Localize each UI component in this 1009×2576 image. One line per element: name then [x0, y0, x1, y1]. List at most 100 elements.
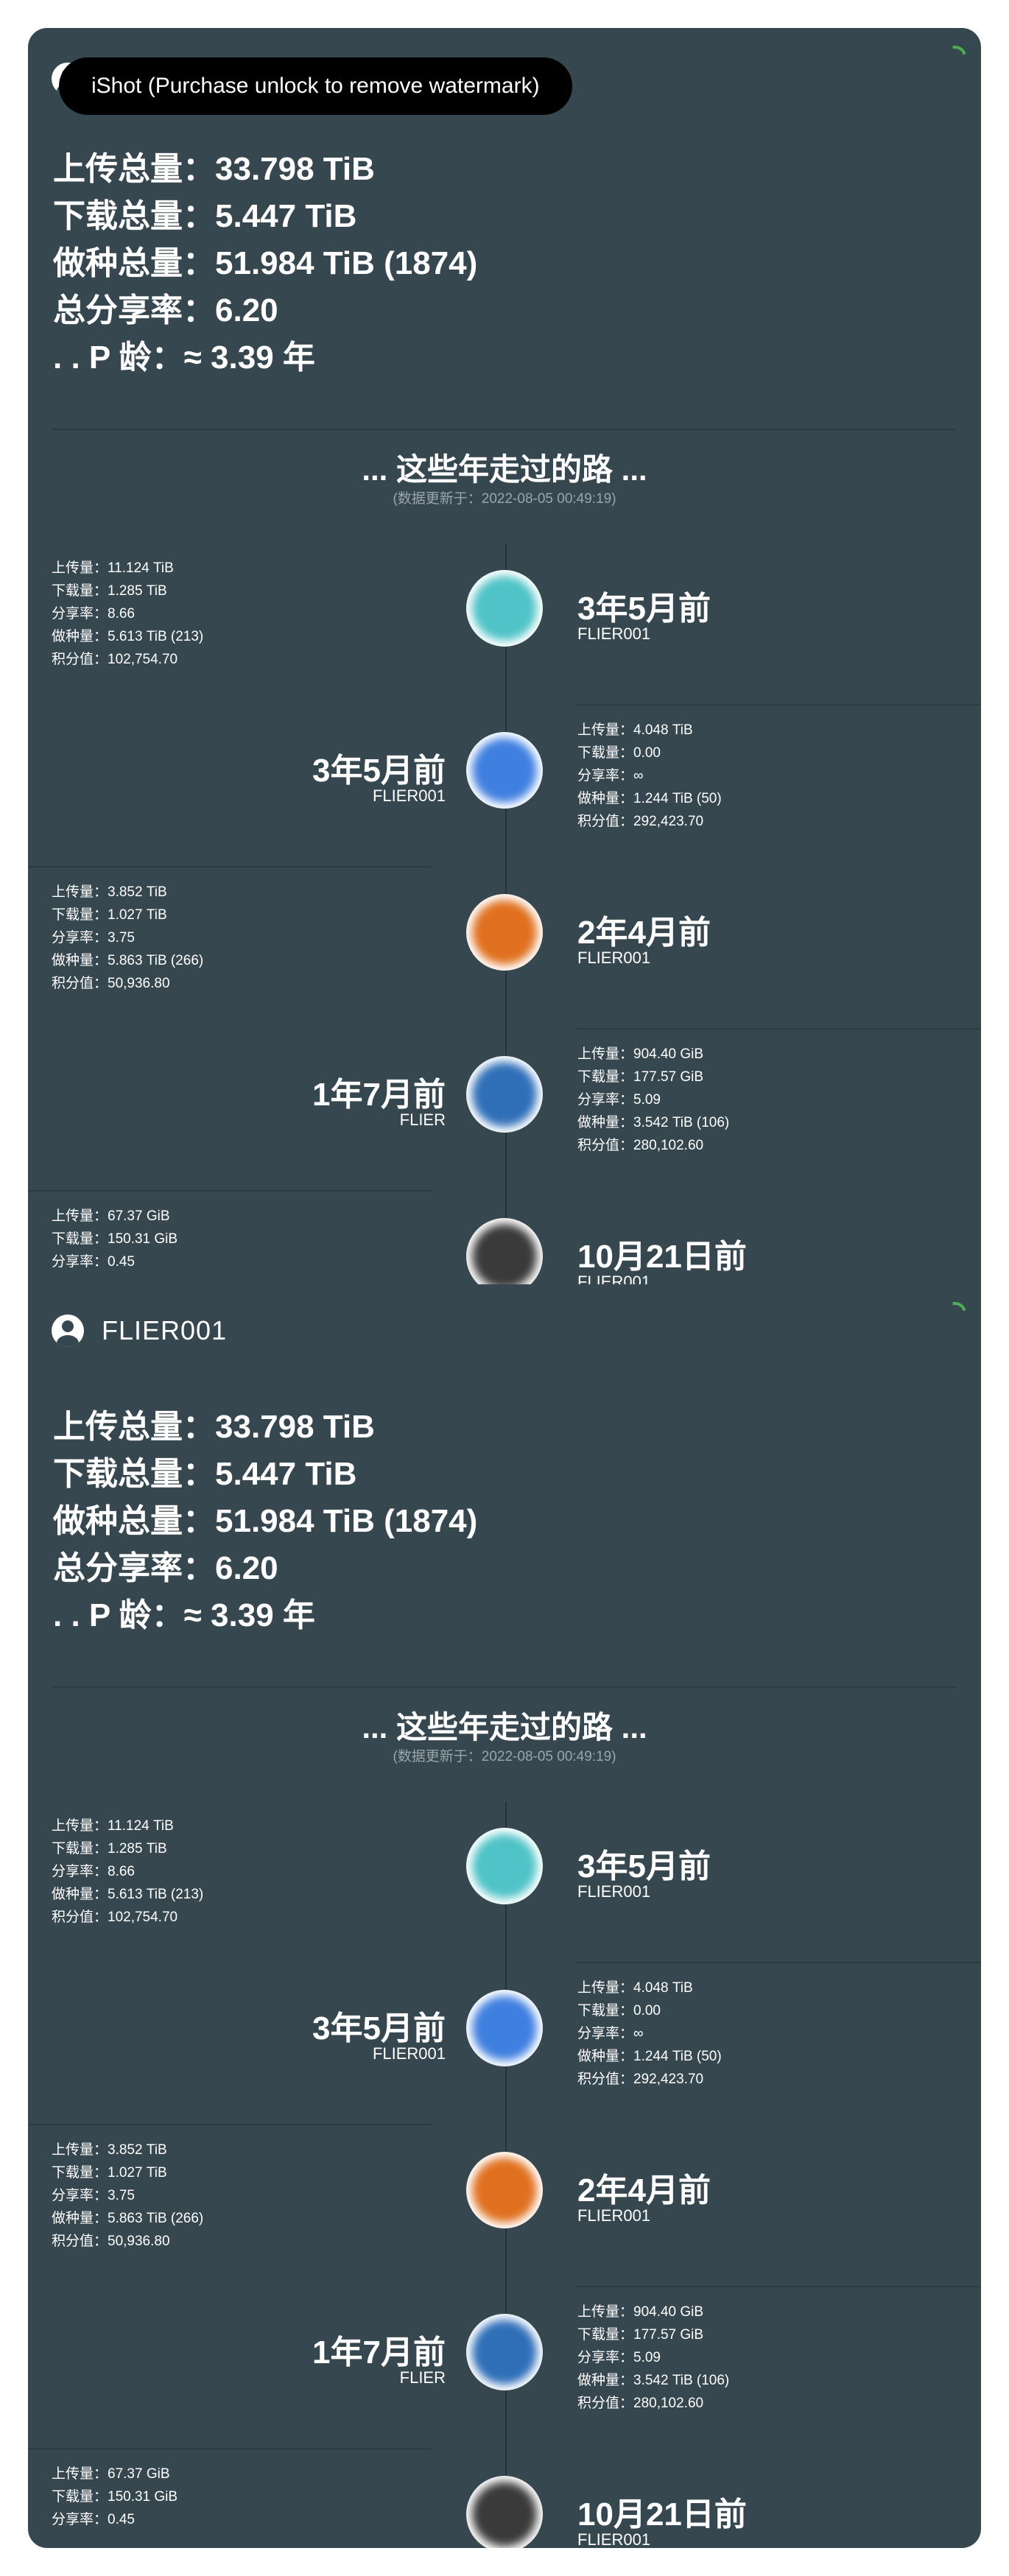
- entry-username: FLIER001: [577, 2206, 651, 2225]
- screenshot-watermark: iShot (Purchase unlock to remove waterma…: [59, 57, 572, 115]
- entry-points: 积分值：280,102.60: [577, 1138, 704, 1153]
- entry-points: 积分值：50,936.80: [52, 2234, 170, 2249]
- entry-download: 下载量：150.31 GiB: [52, 1231, 178, 1247]
- entry-divider: [576, 2286, 981, 2287]
- entry-download: 下载量：0.00: [577, 745, 661, 761]
- entry-upload: 上传量：904.40 GiB: [577, 1046, 704, 1062]
- share-ratio: 总分享率：6.20: [53, 292, 278, 328]
- entry-time: 1年7月前: [312, 2334, 446, 2371]
- entry-points: 积分值：50,936.80: [52, 976, 170, 991]
- entry-divider: [28, 866, 432, 868]
- download-total: 下载总量：5.447 TiB: [53, 198, 357, 234]
- site-logo-avatar[interactable]: [466, 1056, 543, 1133]
- account-age: . . P 龄：≈ 3.39 年: [53, 339, 315, 376]
- divider: [52, 1686, 957, 1688]
- entry-username: FLIER001: [577, 2530, 651, 2548]
- account-circle-icon: [52, 1315, 84, 1347]
- entry-download: 下载量：1.027 TiB: [52, 907, 167, 923]
- timeline-entry: 3年5月前 FLIER001 上传量：4.048 TiB 下载量：0.00 分享…: [28, 1962, 981, 2124]
- entry-divider: [28, 2124, 432, 2125]
- site-logo-avatar[interactable]: [466, 894, 543, 971]
- entry-details: 上传量：3.852 TiB 下载量：1.027 TiB 分享率：3.75 做种量…: [52, 881, 203, 995]
- entry-points: 积分值：280,102.60: [577, 2396, 704, 2411]
- site-logo-avatar[interactable]: [466, 1990, 543, 2066]
- entry-points: 积分值：292,423.70: [577, 2072, 704, 2087]
- entry-time: 3年5月前: [312, 2010, 446, 2047]
- site-logo-avatar[interactable]: [466, 732, 543, 809]
- entry-time: 2年4月前: [577, 915, 711, 951]
- entry-username: FLIER001: [577, 1882, 651, 1901]
- entry-details: 上传量：11.124 TiB 下载量：1.285 TiB 分享率：8.66 做种…: [52, 1815, 203, 1929]
- entry-download: 下载量：1.285 TiB: [52, 1841, 167, 1857]
- entry-seeding: 做种量：1.244 TiB (50): [577, 2049, 722, 2064]
- entry-download: 下载量：150.31 GiB: [52, 2489, 178, 2505]
- entry-time: 1年7月前: [312, 1077, 446, 1113]
- site-logo-avatar[interactable]: [466, 1828, 543, 1904]
- entry-divider: [576, 704, 981, 705]
- profile-card: FLIER001 上传总量：33.798 TiB 下载总量：5.447 TiB …: [28, 28, 981, 1284]
- entry-upload: 上传量：11.124 TiB: [52, 1818, 174, 1834]
- entry-seeding: 做种量：1.244 TiB (50): [577, 791, 722, 806]
- entry-details: 上传量：11.124 TiB 下载量：1.285 TiB 分享率：8.66 做种…: [52, 557, 203, 671]
- entry-ratio: 分享率：8.66: [52, 1864, 135, 1879]
- entry-upload: 上传量：11.124 TiB: [52, 560, 174, 576]
- divider: [52, 429, 957, 430]
- entry-ratio: 分享率：8.66: [52, 606, 135, 622]
- entry-upload: 上传量：3.852 TiB: [52, 2142, 167, 2158]
- entry-upload: 上传量：904.40 GiB: [577, 2304, 704, 2320]
- entry-seeding: 做种量：3.542 TiB (106): [577, 2373, 730, 2388]
- user-row[interactable]: FLIER001: [52, 1311, 227, 1351]
- site-logo-avatar[interactable]: [466, 2476, 543, 2548]
- entry-time: 10月21日前: [577, 2496, 747, 2533]
- entry-download: 下载量：1.285 TiB: [52, 583, 167, 599]
- entry-details: 上传量：67.37 GiB 下载量：150.31 GiB 分享率：0.45: [52, 2463, 177, 2531]
- entry-ratio: 分享率：3.75: [52, 2188, 135, 2203]
- entry-time: 10月21日前: [577, 1239, 747, 1275]
- entry-download: 下载量：1.027 TiB: [52, 2165, 167, 2181]
- entry-details: 上传量：67.37 GiB 下载量：150.31 GiB 分享率：0.45: [52, 1205, 177, 1273]
- entry-username: FLIER001: [577, 624, 651, 643]
- entry-download: 下载量：177.57 GiB: [577, 1069, 704, 1085]
- journey-title: ... 这些年走过的路 ...: [362, 452, 647, 487]
- entry-username: FLIER001: [372, 2044, 446, 2063]
- entry-ratio: 分享率：5.09: [577, 2350, 661, 2365]
- entry-upload: 上传量：67.37 GiB: [52, 1208, 170, 1224]
- entry-ratio: 分享率：0.45: [52, 1254, 135, 1270]
- entry-divider: [28, 2448, 432, 2449]
- entry-download: 下载量：177.57 GiB: [577, 2327, 704, 2343]
- entry-username: FLIER: [399, 1111, 446, 1129]
- journey-updated-time: (数据更新于：2022-08-05 00:49:19): [393, 1749, 616, 1764]
- entry-download: 下载量：0.00: [577, 2003, 661, 2019]
- site-logo-avatar[interactable]: [466, 2152, 543, 2228]
- site-logo-avatar[interactable]: [466, 2314, 543, 2390]
- entry-divider: [576, 1028, 981, 1030]
- username[interactable]: FLIER001: [102, 1315, 227, 1346]
- site-logo-avatar[interactable]: [466, 1218, 543, 1284]
- journey-updated-time: (数据更新于：2022-08-05 00:49:19): [393, 491, 616, 507]
- loading-spinner-icon: [940, 41, 971, 72]
- entry-points: 积分值：102,754.70: [52, 652, 178, 667]
- entry-seeding: 做种量：5.863 TiB (266): [52, 953, 204, 968]
- entry-seeding: 做种量：5.613 TiB (213): [52, 629, 204, 644]
- entry-divider: [576, 1962, 981, 1963]
- entry-username: FLIER001: [372, 786, 446, 805]
- entry-points: 积分值：292,423.70: [577, 814, 704, 829]
- seeding-total: 做种总量：51.984 TiB (1874): [53, 1503, 478, 1539]
- entry-details: 上传量：904.40 GiB 下载量：177.57 GiB 分享率：5.09 做…: [577, 1043, 729, 1157]
- account-age: . . P 龄：≈ 3.39 年: [53, 1597, 315, 1633]
- timeline-entry: 上传量：3.852 TiB 下载量：1.027 TiB 分享率：3.75 做种量…: [28, 2124, 981, 2286]
- entry-username: FLIER001: [577, 1273, 651, 1284]
- entry-time: 3年5月前: [312, 753, 446, 789]
- upload-total: 上传总量：33.798 TiB: [53, 151, 375, 187]
- download-total: 下载总量：5.447 TiB: [53, 1456, 357, 1492]
- entry-ratio: 分享率：3.75: [52, 930, 135, 946]
- site-logo-avatar[interactable]: [466, 570, 543, 647]
- entry-details: 上传量：904.40 GiB 下载量：177.57 GiB 分享率：5.09 做…: [577, 2301, 729, 2415]
- entry-details: 上传量：3.852 TiB 下载量：1.027 TiB 分享率：3.75 做种量…: [52, 2139, 203, 2253]
- timeline-entry: 上传量：11.124 TiB 下载量：1.285 TiB 分享率：8.66 做种…: [28, 1800, 981, 1962]
- entry-upload: 上传量：3.852 TiB: [52, 884, 167, 900]
- entry-points: 积分值：102,754.70: [52, 1910, 178, 1925]
- journey-title: ... 这些年走过的路 ...: [362, 1710, 647, 1745]
- share-ratio: 总分享率：6.20: [53, 1550, 278, 1586]
- timeline-entry: 1年7月前 FLIER 上传量：904.40 GiB 下载量：177.57 Gi…: [28, 2286, 981, 2448]
